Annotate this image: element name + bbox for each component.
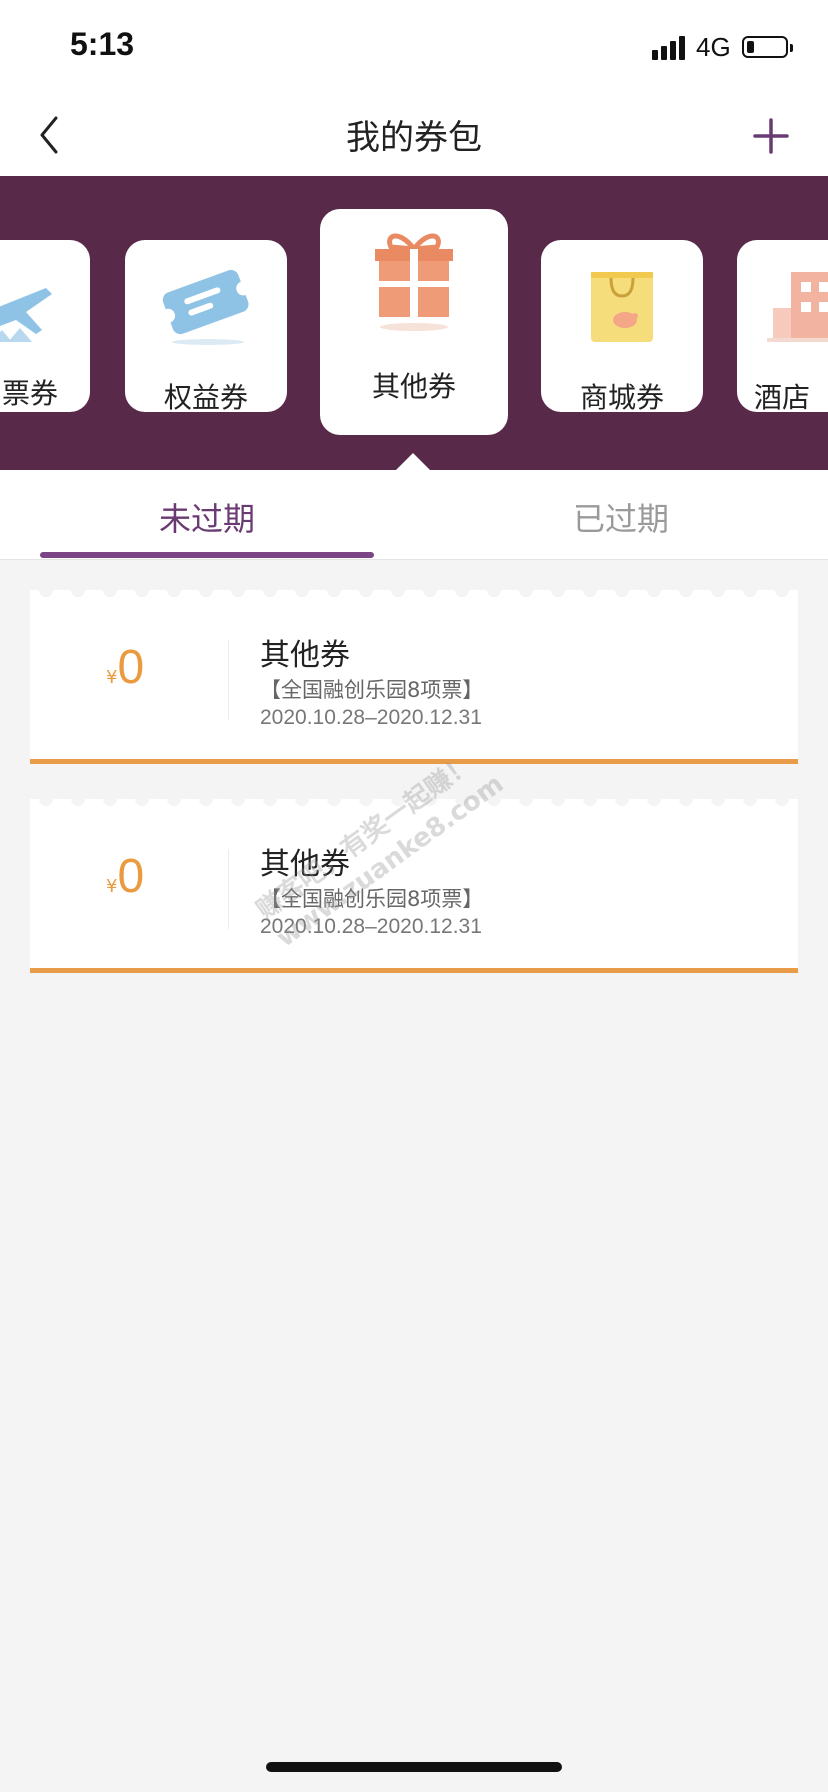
coupon-divider — [228, 640, 229, 720]
coupon-validity: 2020.10.28–2020.12.31 — [260, 706, 482, 729]
category-label: 票券 — [1, 377, 58, 410]
home-indicator[interactable] — [266, 1762, 562, 1772]
nav-bar: 我的券包 — [0, 96, 828, 176]
currency-symbol: ¥ — [106, 667, 118, 688]
coupon-name: 其他券 — [260, 638, 350, 673]
category-card-other[interactable]: 其他券 — [320, 209, 508, 435]
battery-level — [747, 41, 754, 53]
coupon-card[interactable]: ¥0 其他券 【全国融创乐园8项票】 2020.10.28–2020.12.31 — [30, 590, 798, 764]
category-carousel: 票券 权益券 其他券 商城券 酒店 — [0, 176, 828, 470]
category-card-tickets[interactable]: 票券 — [0, 240, 90, 412]
plus-icon[interactable] — [746, 110, 796, 160]
category-label: 权益券 — [163, 381, 248, 412]
coupon-description: 【全国融创乐园8项票】 — [260, 678, 484, 702]
tab-active-indicator — [40, 552, 374, 558]
signal-icon — [652, 36, 685, 60]
amount-value: 0 — [117, 641, 145, 694]
category-card-hotel[interactable]: 酒店 — [737, 240, 828, 412]
page-title: 我的券包 — [346, 118, 482, 158]
amount-value: 0 — [117, 850, 145, 903]
airplane-icon — [0, 288, 52, 342]
coupon-amount: ¥0 — [106, 640, 144, 695]
network-type: 4G — [696, 32, 731, 62]
coupon-amount: ¥0 — [106, 849, 144, 904]
gift-icon — [375, 233, 453, 331]
tab-bar: 未过期 已过期 — [0, 470, 828, 560]
ticket-icon — [161, 269, 251, 345]
coupon-divider — [228, 849, 229, 929]
battery-nub — [790, 44, 793, 52]
tab-unexpired[interactable]: 未过期 — [0, 494, 414, 540]
coupon-accent-line — [30, 968, 798, 973]
tab-expired[interactable]: 已过期 — [414, 494, 828, 540]
category-label: 酒店 — [753, 381, 810, 412]
category-label: 商城券 — [579, 381, 664, 412]
battery-icon — [742, 36, 793, 58]
category-card-mall[interactable]: 商城券 — [541, 240, 703, 412]
category-card-benefits[interactable]: 权益券 — [125, 240, 287, 412]
coupon-accent-line — [30, 759, 798, 764]
status-time: 5:13 — [70, 26, 135, 62]
category-label: 其他券 — [371, 370, 456, 403]
scallop-edge — [30, 590, 798, 600]
selected-pointer — [395, 453, 431, 471]
shopping-bag-icon — [591, 272, 653, 342]
status-bar: 5:13 4G — [0, 0, 828, 96]
currency-symbol: ¥ — [106, 876, 118, 897]
hotel-icon — [767, 272, 828, 342]
